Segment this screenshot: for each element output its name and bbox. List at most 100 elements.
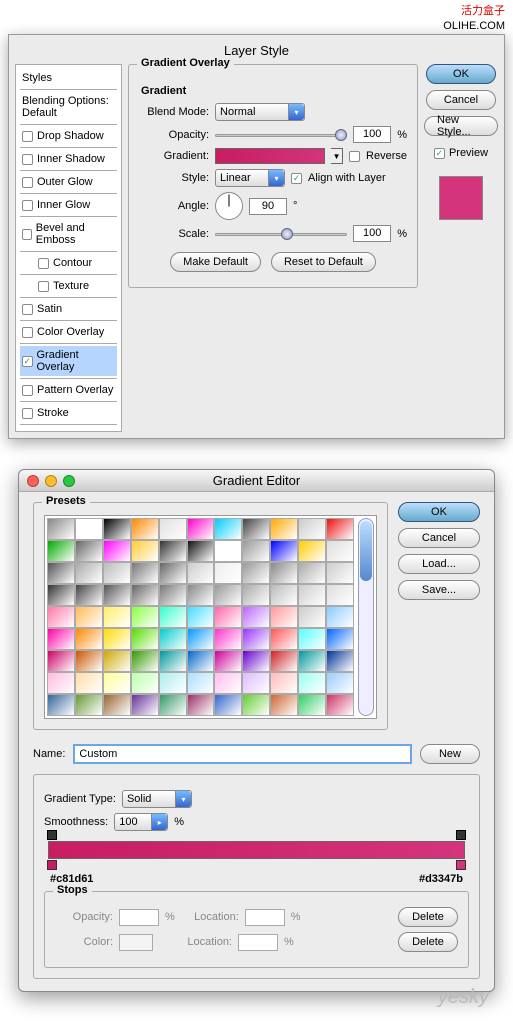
reset-default-button[interactable]: Reset to Default — [271, 252, 376, 272]
preset-thumb[interactable] — [326, 540, 354, 562]
preset-thumb[interactable] — [159, 518, 187, 540]
preset-thumb[interactable] — [298, 540, 326, 562]
preset-thumb[interactable] — [270, 672, 298, 694]
preset-thumb[interactable] — [131, 584, 159, 606]
preset-thumb[interactable] — [47, 606, 75, 628]
color-stop-left[interactable] — [47, 860, 57, 870]
preset-thumb[interactable] — [242, 628, 270, 650]
preset-thumb[interactable] — [298, 694, 326, 716]
preset-thumb[interactable] — [75, 518, 103, 540]
preset-thumb[interactable] — [214, 540, 242, 562]
checkbox[interactable] — [22, 327, 33, 338]
ge-cancel-button[interactable]: Cancel — [398, 528, 480, 548]
preset-thumb[interactable] — [103, 672, 131, 694]
preset-thumb[interactable] — [298, 606, 326, 628]
stop-location2-field[interactable] — [238, 934, 278, 951]
opacity-slider[interactable] — [215, 128, 347, 142]
preset-thumb[interactable] — [159, 650, 187, 672]
preset-thumb[interactable] — [270, 518, 298, 540]
preset-thumb[interactable] — [298, 628, 326, 650]
preset-thumb[interactable] — [242, 584, 270, 606]
new-style-button[interactable]: New Style... — [424, 116, 498, 136]
blending-options[interactable]: Blending Options: Default — [20, 92, 117, 122]
gradient-swatch[interactable] — [215, 148, 325, 164]
preset-thumb[interactable] — [103, 518, 131, 540]
align-checkbox[interactable]: ✓ — [291, 173, 302, 184]
preset-thumb[interactable] — [326, 672, 354, 694]
color-stop-right[interactable] — [456, 860, 466, 870]
preset-thumb[interactable] — [298, 562, 326, 584]
preset-thumb[interactable] — [298, 672, 326, 694]
preset-thumb[interactable] — [214, 628, 242, 650]
delete-opacity-stop-button[interactable]: Delete — [398, 907, 458, 927]
preset-thumb[interactable] — [103, 694, 131, 716]
preset-thumb[interactable] — [242, 562, 270, 584]
preset-thumb[interactable] — [270, 562, 298, 584]
scale-value[interactable]: 100 — [353, 225, 391, 242]
preset-thumb[interactable] — [103, 650, 131, 672]
preset-thumb[interactable] — [242, 694, 270, 716]
preset-thumb[interactable] — [270, 650, 298, 672]
preset-thumb[interactable] — [242, 650, 270, 672]
preset-thumb[interactable] — [103, 584, 131, 606]
style-item[interactable]: Texture — [20, 277, 117, 295]
preset-thumb[interactable] — [187, 650, 215, 672]
stop-opacity-field[interactable] — [119, 909, 159, 926]
new-button[interactable]: New — [420, 744, 480, 764]
checkbox[interactable]: ✓ — [22, 356, 33, 367]
preset-thumb[interactable] — [187, 562, 215, 584]
preset-thumb[interactable] — [103, 562, 131, 584]
checkbox[interactable] — [22, 229, 32, 240]
gradient-dropdown[interactable]: ▼ — [331, 148, 343, 164]
preset-thumb[interactable] — [131, 540, 159, 562]
preset-thumb[interactable] — [103, 540, 131, 562]
preset-thumb[interactable] — [75, 650, 103, 672]
checkbox[interactable] — [22, 177, 33, 188]
styles-header[interactable]: Styles — [20, 69, 117, 87]
preset-thumb[interactable] — [159, 628, 187, 650]
preset-thumb[interactable] — [47, 628, 75, 650]
preset-thumb[interactable] — [298, 518, 326, 540]
preset-thumb[interactable] — [270, 540, 298, 562]
checkbox[interactable] — [22, 154, 33, 165]
preset-thumb[interactable] — [187, 628, 215, 650]
preset-thumb[interactable] — [214, 562, 242, 584]
preset-thumb[interactable] — [131, 650, 159, 672]
style-item[interactable]: Color Overlay — [20, 323, 117, 341]
preset-thumb[interactable] — [214, 584, 242, 606]
preset-thumb[interactable] — [131, 672, 159, 694]
preset-thumb[interactable] — [214, 694, 242, 716]
preset-thumb[interactable] — [75, 562, 103, 584]
preset-thumb[interactable] — [214, 650, 242, 672]
preset-grid[interactable] — [47, 518, 354, 716]
preset-thumb[interactable] — [242, 606, 270, 628]
checkbox[interactable] — [22, 131, 33, 142]
checkbox[interactable] — [38, 258, 49, 269]
make-default-button[interactable]: Make Default — [170, 252, 261, 272]
style-item[interactable]: Stroke — [20, 404, 117, 422]
preset-thumb[interactable] — [75, 672, 103, 694]
ge-ok-button[interactable]: OK — [398, 502, 480, 522]
titlebar[interactable]: Gradient Editor — [19, 470, 494, 492]
checkbox[interactable] — [22, 200, 33, 211]
style-item[interactable]: Inner Shadow — [20, 150, 117, 168]
preset-thumb[interactable] — [159, 672, 187, 694]
preset-thumb[interactable] — [159, 540, 187, 562]
style-item[interactable]: Pattern Overlay — [20, 381, 117, 399]
preset-thumb[interactable] — [75, 694, 103, 716]
preset-thumb[interactable] — [47, 540, 75, 562]
ge-load-button[interactable]: Load... — [398, 554, 480, 574]
preset-thumb[interactable] — [47, 650, 75, 672]
preset-thumb[interactable] — [159, 584, 187, 606]
blend-mode-select[interactable]: Normal▾ — [215, 103, 305, 121]
preset-thumb[interactable] — [159, 562, 187, 584]
gradient-bar[interactable] — [48, 841, 465, 859]
preset-thumb[interactable] — [270, 628, 298, 650]
preset-thumb[interactable] — [326, 518, 354, 540]
preset-thumb[interactable] — [326, 628, 354, 650]
preset-thumb[interactable] — [298, 650, 326, 672]
preset-thumb[interactable] — [47, 518, 75, 540]
angle-dial[interactable] — [215, 192, 243, 220]
ok-button[interactable]: OK — [426, 64, 496, 84]
preset-thumb[interactable] — [326, 584, 354, 606]
